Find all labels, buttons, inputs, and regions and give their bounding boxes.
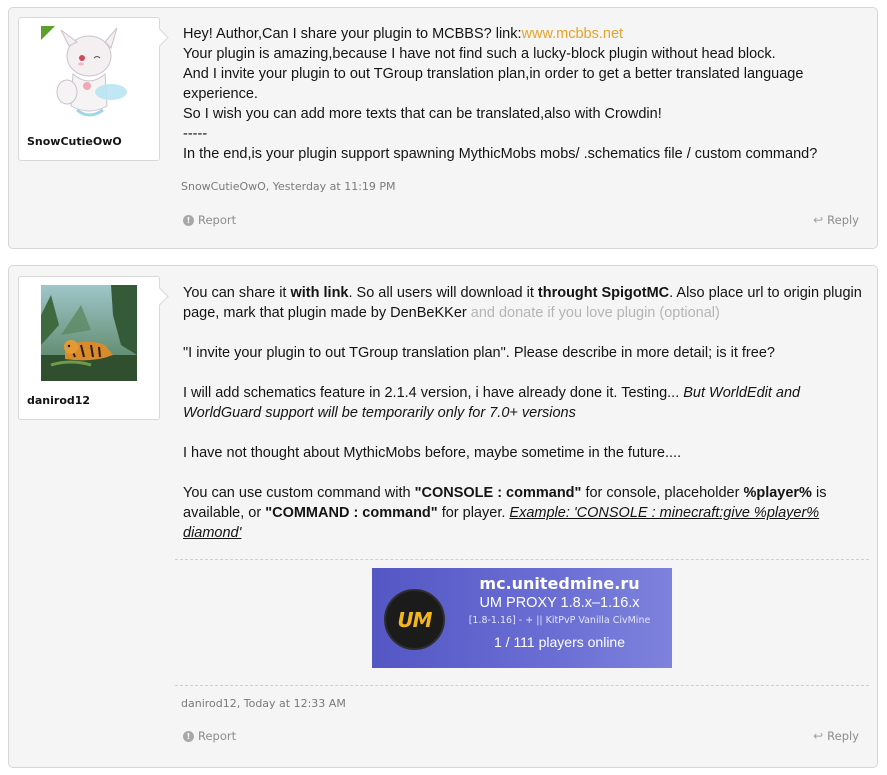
banner-text: mc.unitedmine.ru UM PROXY 1.8.x–1.16.x [… — [447, 568, 672, 650]
message-line: ----- — [183, 126, 208, 142]
bold-text: "CONSOLE : command" — [414, 485, 582, 501]
message-line: So I wish you can add more texts that ca… — [183, 106, 662, 122]
server-address: mc.unitedmine.ru — [479, 574, 640, 593]
post-meta[interactable]: danirod12, Today at 12:33 AM — [181, 697, 346, 710]
message-line: Your plugin is amazing,because I have no… — [183, 46, 776, 62]
mcbbs-link[interactable]: www.mcbbs.net — [522, 26, 624, 42]
avatar[interactable] — [41, 285, 137, 381]
muted-text: and donate if you love plugin (optional) — [470, 305, 720, 321]
report-label: Report — [198, 213, 237, 227]
bold-text: throught SpigotMC — [537, 285, 670, 301]
players-online: 1 / 111 players online — [493, 634, 625, 650]
server-logo-text: UM — [397, 607, 432, 632]
message-paragraph: "I invite your plugin to out TGroup tran… — [183, 345, 775, 361]
post-actions: ! Report ↩ Reply — [183, 213, 859, 229]
message-text: . So all users will download it — [348, 285, 538, 301]
post-actions: ! Report ↩ Reply — [183, 729, 859, 745]
message-text: for console, placeholder — [581, 485, 744, 501]
report-button[interactable]: ! Report — [183, 213, 236, 227]
message-text: for player. — [437, 505, 510, 521]
bold-text: "COMMAND : command" — [265, 505, 438, 521]
post-danirod12: danirod12 You can share it with link. So… — [8, 265, 878, 768]
message-text: You can share it — [183, 285, 291, 301]
message-text: Hey! Author,Can I share your plugin to M… — [183, 26, 522, 42]
server-name: UM PROXY 1.8.x–1.16.x — [479, 595, 640, 611]
reply-button[interactable]: ↩ Reply — [813, 729, 859, 743]
signature-divider — [175, 559, 869, 560]
message-line: In the end,is your plugin support spawni… — [183, 146, 818, 162]
reply-button[interactable]: ↩ Reply — [813, 213, 859, 227]
server-banner[interactable]: UM mc.unitedmine.ru UM PROXY 1.8.x–1.16.… — [372, 568, 672, 668]
server-logo-icon: UM — [384, 589, 445, 650]
message-text: I will add schematics feature in 2.1.4 v… — [183, 385, 684, 401]
reply-icon: ↩ — [813, 213, 824, 227]
message-paragraph: I will add schematics feature in 2.1.4 v… — [183, 383, 863, 423]
bold-text: %player% — [743, 485, 812, 501]
username[interactable]: danirod12 — [27, 394, 90, 407]
message-paragraph: You can share it with link. So all users… — [183, 283, 863, 323]
message-body: You can share it with link. So all users… — [183, 283, 863, 543]
message-text: You can use custom command with — [183, 485, 415, 501]
reply-icon: ↩ — [813, 729, 824, 743]
reply-label: Reply — [827, 213, 859, 227]
reply-label: Reply — [827, 729, 859, 743]
bold-text: with link — [290, 285, 349, 301]
message-line: Hey! Author,Can I share your plugin to M… — [183, 24, 863, 44]
message-line: And I invite your plugin to out TGroup t… — [183, 66, 804, 102]
post-snowcutieowo: SnowCutieOwO Hey! Author,Can I share you… — [8, 7, 878, 249]
user-info-box: danirod12 — [18, 276, 160, 420]
server-motd: [1.8-1.16] - + || KitPvP Vanilla CivMine — [468, 615, 651, 626]
message-paragraph: You can use custom command with "CONSOLE… — [183, 483, 863, 543]
message-body: Hey! Author,Can I share your plugin to M… — [183, 24, 863, 164]
user-info-box: SnowCutieOwO — [18, 17, 160, 161]
avatar[interactable] — [41, 26, 137, 122]
post-meta[interactable]: SnowCutieOwO, Yesterday at 11:19 PM — [181, 180, 396, 193]
username[interactable]: SnowCutieOwO — [27, 135, 122, 148]
report-button[interactable]: ! Report — [183, 729, 236, 743]
message-paragraph: I have not thought about MythicMobs befo… — [183, 445, 682, 461]
warning-icon: ! — [183, 214, 194, 226]
warning-icon: ! — [183, 730, 194, 742]
report-label: Report — [198, 729, 237, 743]
signature-divider — [175, 685, 869, 686]
